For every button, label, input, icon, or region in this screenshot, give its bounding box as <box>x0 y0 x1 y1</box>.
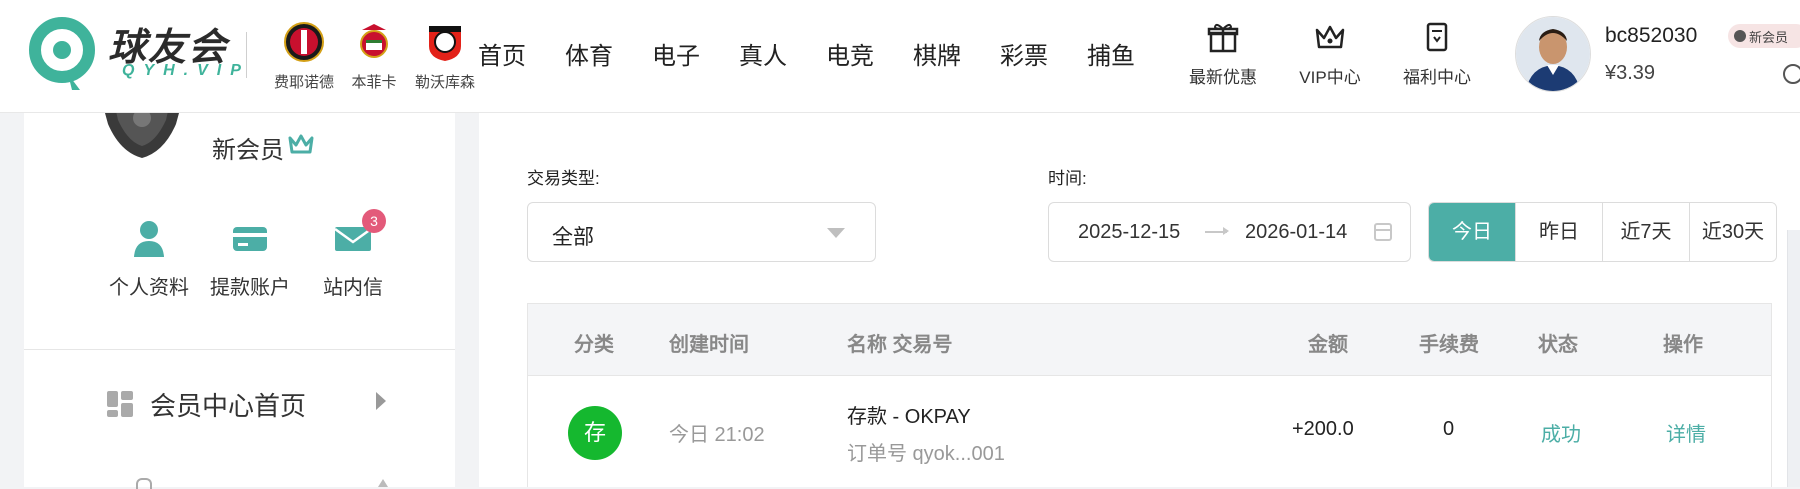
nav-fishing[interactable]: 捕鱼 <box>1087 36 1174 71</box>
site-logo[interactable]: 球友会 QYH.VIP <box>28 16 243 92</box>
quick-date-today[interactable]: 今日 <box>1429 203 1515 261</box>
user-icon <box>134 221 164 257</box>
sidebar-divider <box>24 349 455 350</box>
user-avatar[interactable] <box>1515 16 1591 92</box>
date-end[interactable]: 2026-01-14 <box>1245 221 1347 244</box>
top-header: 球友会 QYH.VIP 费耶诺德 本菲卡 勒沃库森 首页 体育 电子 真人 电竞… <box>0 0 1800 113</box>
cell-status: 成功 <box>1541 424 1581 446</box>
col-amount: 金额 <box>1308 334 1348 356</box>
details-link[interactable]: 详情 <box>1666 418 1706 447</box>
col-status: 状态 <box>1538 334 1578 356</box>
deposit-category-badge: 存 <box>568 406 622 460</box>
transaction-panel: 交易类型: 全部 时间: 2025-12-15 2026-01-14 今日 昨日… <box>479 112 1800 487</box>
vip-crown-icon <box>288 134 314 154</box>
quick-profile[interactable]: 个人资料 <box>94 217 204 300</box>
col-category: 分类 <box>574 334 614 356</box>
member-level-badge: 新会员 <box>1728 24 1800 48</box>
document-icon <box>1426 22 1448 52</box>
benfica-badge-icon <box>360 24 388 58</box>
club-name: 勒沃库森 <box>414 74 475 91</box>
table-header: 分类 创建时间 名称 交易号 金额 手续费 状态 操作 <box>527 303 1772 376</box>
time-filter-label: 时间: <box>1048 169 1087 188</box>
date-start[interactable]: 2025-12-15 <box>1078 221 1180 244</box>
cell-name: 存款 - OKPAY <box>847 406 971 428</box>
menu-item-icon <box>136 478 152 489</box>
arrow-right-icon <box>1205 227 1229 235</box>
cell-amount: +200.0 <box>1292 418 1354 440</box>
quick-label: 站内信 <box>323 277 383 299</box>
quick-date-group: 今日 昨日 近7天 近30天 <box>1428 202 1777 262</box>
nav-vip-label: VIP中心 <box>1299 68 1361 87</box>
chevron-up-icon <box>378 479 388 487</box>
club-feyenoord[interactable]: 费耶诺德 <box>269 22 339 92</box>
transaction-type-select[interactable]: 全部 <box>527 202 876 262</box>
col-action: 操作 <box>1663 334 1703 356</box>
quick-label: 个人资料 <box>109 277 189 299</box>
club-name: 本菲卡 <box>351 74 397 91</box>
nav-slots[interactable]: 电子 <box>652 36 739 71</box>
side-float-panel <box>1787 230 1800 487</box>
club-name: 费耶诺德 <box>273 74 334 91</box>
chevron-down-icon[interactable] <box>1783 64 1800 84</box>
member-level-text: 新会员 <box>1749 29 1789 45</box>
nav-cards[interactable]: 棋牌 <box>913 36 1000 71</box>
nav-vip[interactable]: VIP中心 <box>1275 20 1385 88</box>
nav-promotions-label: 最新优惠 <box>1189 68 1257 87</box>
quick-date-30days[interactable]: 近30天 <box>1689 203 1776 261</box>
club-leverkusen[interactable]: 勒沃库森 <box>410 22 480 92</box>
nav-welfare[interactable]: 福利中心 <box>1382 20 1492 88</box>
cell-created: 今日 21:02 <box>669 424 765 446</box>
balance: ¥3.39 <box>1605 62 1656 84</box>
card-icon <box>233 227 267 251</box>
col-name: 名称 交易号 <box>847 334 953 356</box>
nav-sports[interactable]: 体育 <box>565 36 652 71</box>
avatar-photo <box>1516 17 1590 91</box>
crown-icon <box>1315 25 1345 49</box>
sidebar-item-label: 会员中心首页 <box>150 391 307 421</box>
logo-domain: QYH.VIP <box>122 62 250 79</box>
feyenoord-badge-icon <box>284 22 324 62</box>
header-divider <box>246 32 247 78</box>
quick-messages[interactable]: 3 站内信 <box>298 209 408 300</box>
chevron-right-icon <box>376 392 386 410</box>
nav-home[interactable]: 首页 <box>478 36 565 71</box>
member-sidebar: 新会员 个人资料 提款账户 3 站内信 会员中心首页 <box>24 102 455 489</box>
nav-promotions[interactable]: 最新优惠 <box>1168 20 1278 88</box>
cell-fee: 0 <box>1443 418 1455 440</box>
logo-mark-icon <box>29 17 95 90</box>
club-benfica[interactable]: 本菲卡 <box>339 22 409 92</box>
gift-icon <box>1207 23 1239 53</box>
sidebar-item-member-home[interactable]: 会员中心首页 <box>106 382 406 422</box>
nav-live[interactable]: 真人 <box>739 36 826 71</box>
nav-welfare-label: 福利中心 <box>1403 68 1471 87</box>
main-nav: 首页 体育 电子 真人 电竞 棋牌 彩票 捕鱼 <box>478 36 1174 71</box>
member-level: 新会员 <box>212 137 284 164</box>
caret-down-icon <box>827 228 845 238</box>
col-fee: 手续费 <box>1419 334 1479 356</box>
calendar-icon <box>1374 223 1392 241</box>
diamond-icon <box>1734 30 1746 42</box>
nav-lottery[interactable]: 彩票 <box>1000 36 1087 71</box>
unread-count-badge: 3 <box>362 209 386 233</box>
quick-label: 提款账户 <box>210 277 290 299</box>
nav-esports[interactable]: 电竞 <box>826 36 913 71</box>
quick-withdraw-account[interactable]: 提款账户 <box>195 217 305 300</box>
username: bc852030 <box>1605 24 1698 47</box>
date-range-picker[interactable]: 2025-12-15 2026-01-14 <box>1048 202 1411 262</box>
dashboard-icon <box>107 391 133 417</box>
type-filter-label: 交易类型: <box>527 169 600 188</box>
quick-date-7days[interactable]: 近7天 <box>1602 203 1689 261</box>
col-created: 创建时间 <box>669 334 749 356</box>
leverkusen-badge-icon <box>429 26 461 61</box>
table-row: 存 今日 21:02 存款 - OKPAY 订单号 qyok...001 +20… <box>527 376 1772 487</box>
cell-order-number: 订单号 qyok...001 <box>847 443 1005 465</box>
quick-date-yesterday[interactable]: 昨日 <box>1515 203 1602 261</box>
select-value: 全部 <box>552 226 594 249</box>
